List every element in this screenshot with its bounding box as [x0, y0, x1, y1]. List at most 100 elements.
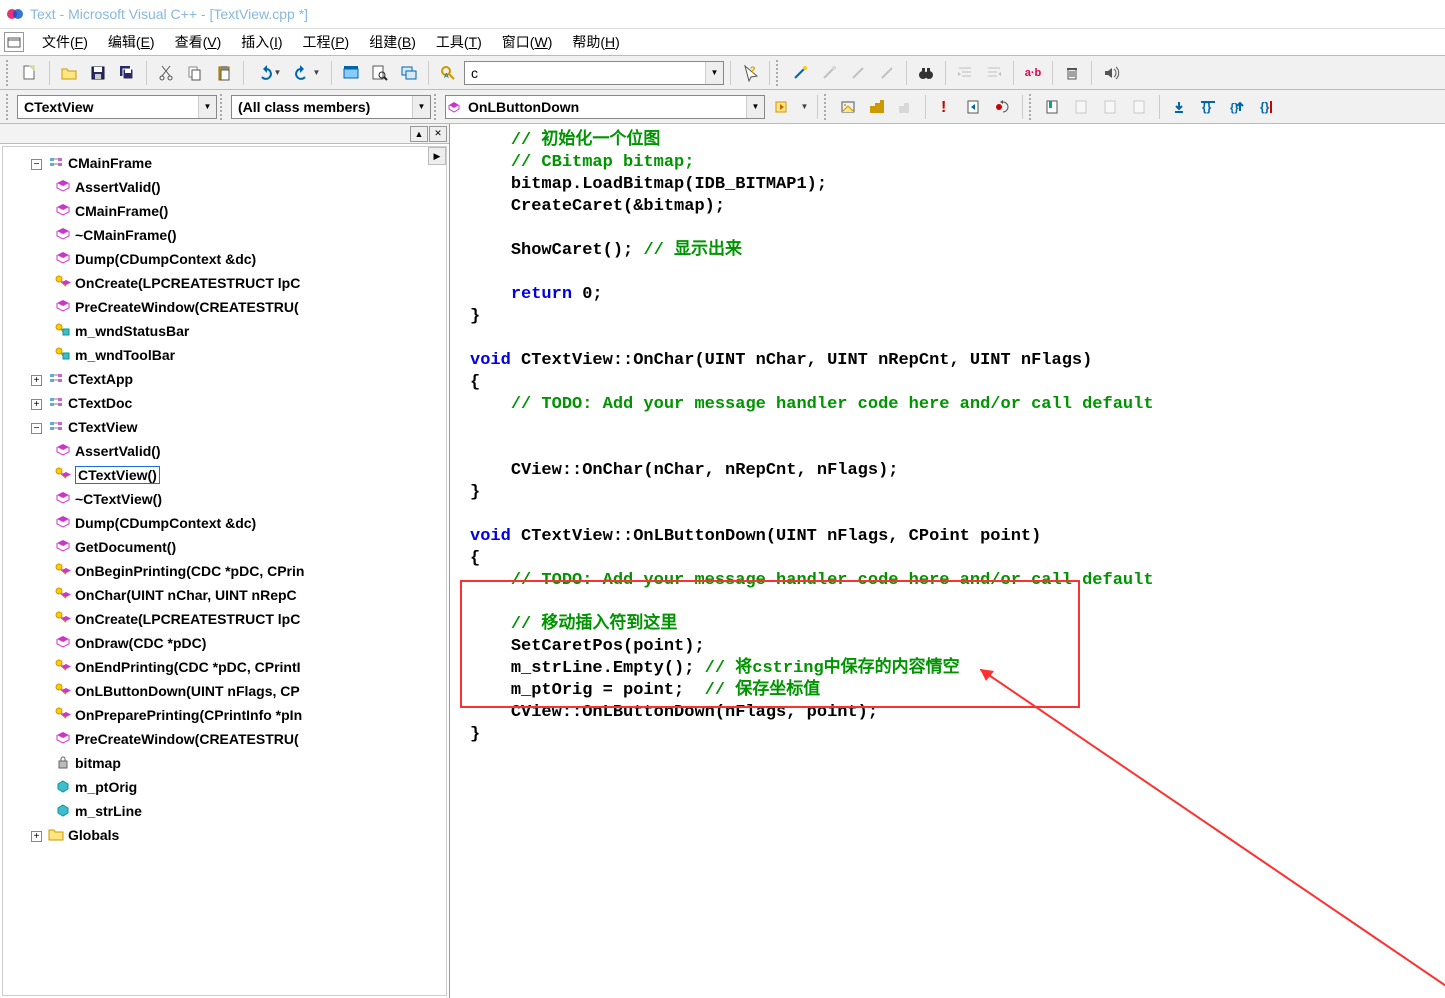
- wand-4-button[interactable]: [874, 60, 900, 86]
- tree-item[interactable]: PreCreateWindow(CREATESTRU(: [75, 731, 299, 747]
- paste-button[interactable]: [211, 60, 237, 86]
- grip-handle[interactable]: [6, 60, 11, 86]
- tree-expander[interactable]: −: [31, 423, 42, 434]
- tree-item[interactable]: OnEndPrinting(CDC *pDC, CPrintI: [75, 659, 301, 675]
- tree-item-CTextView[interactable]: CTextView: [68, 419, 138, 435]
- grip-handle[interactable]: [776, 60, 781, 86]
- grip-handle[interactable]: [6, 94, 11, 120]
- search-combo[interactable]: c ▼: [464, 61, 724, 85]
- tree-item[interactable]: ~CTextView(): [75, 491, 162, 507]
- tree-item[interactable]: PreCreateWindow(CREATESTRU(: [75, 299, 299, 315]
- grip-handle[interactable]: [824, 94, 829, 120]
- compile-button[interactable]: [835, 94, 861, 120]
- copy-button[interactable]: [182, 60, 208, 86]
- tree-item[interactable]: m_wndStatusBar: [75, 323, 189, 339]
- step-out-button[interactable]: {}: [1224, 94, 1250, 120]
- goto-drop-button[interactable]: ▼: [797, 94, 811, 120]
- grip-handle[interactable]: [1029, 94, 1034, 120]
- drop-icon[interactable]: ▼: [198, 96, 216, 118]
- run-to-cursor-button[interactable]: {}: [1253, 94, 1279, 120]
- panel-pin-button[interactable]: ▲: [410, 126, 428, 142]
- tree-item[interactable]: CTextView(): [75, 466, 160, 484]
- find-in-files-button[interactable]: [367, 60, 393, 86]
- panel-close-button[interactable]: ✕: [429, 126, 447, 142]
- member-combo[interactable]: OnLButtonDown ▼: [445, 95, 765, 119]
- delete-button[interactable]: [1059, 60, 1085, 86]
- open-button[interactable]: [56, 60, 82, 86]
- redo-button[interactable]: ▼: [289, 60, 325, 86]
- find-button[interactable]: A: [435, 60, 461, 86]
- tree-expander[interactable]: +: [31, 399, 42, 410]
- bookmark-next-button[interactable]: [1069, 94, 1095, 120]
- menu-window[interactable]: 窗口(W): [492, 29, 563, 55]
- undo-button[interactable]: ▼: [250, 60, 286, 86]
- window-list-button[interactable]: [396, 60, 422, 86]
- new-file-button[interactable]: [17, 60, 43, 86]
- replace-button[interactable]: a·b: [1020, 60, 1046, 86]
- tree-item-CTextApp[interactable]: CTextApp: [68, 371, 133, 387]
- save-button[interactable]: [85, 60, 111, 86]
- menu-file[interactable]: 文件(F): [32, 29, 98, 55]
- tree-item[interactable]: Dump(CDumpContext &dc): [75, 515, 256, 531]
- tree-item[interactable]: OnBeginPrinting(CDC *pDC, CPrin: [75, 563, 304, 579]
- tree-item-CTextDoc[interactable]: CTextDoc: [68, 395, 132, 411]
- goto-button[interactable]: [768, 94, 794, 120]
- tree-expander[interactable]: +: [31, 831, 42, 842]
- breakpoint-button[interactable]: [990, 94, 1016, 120]
- drop-icon[interactable]: ▼: [746, 96, 764, 118]
- save-all-button[interactable]: [114, 60, 140, 86]
- drop-icon[interactable]: ▼: [412, 96, 430, 118]
- tree-item[interactable]: m_ptOrig: [75, 779, 137, 795]
- tree-item[interactable]: AssertValid(): [75, 179, 161, 195]
- help-button[interactable]: ?: [737, 60, 763, 86]
- indent-button[interactable]: [952, 60, 978, 86]
- tree-expander[interactable]: −: [31, 159, 42, 170]
- wand-button[interactable]: [787, 60, 813, 86]
- outdent-button[interactable]: [981, 60, 1007, 86]
- binoculars-button[interactable]: [913, 60, 939, 86]
- bookmark-clear-button[interactable]: [1127, 94, 1153, 120]
- workspace-button[interactable]: [338, 60, 364, 86]
- menu-help[interactable]: 帮助(H): [562, 29, 629, 55]
- menu-edit[interactable]: 编辑(E): [98, 29, 165, 55]
- step-into-button[interactable]: [1166, 94, 1192, 120]
- tree-item[interactable]: GetDocument(): [75, 539, 176, 555]
- cut-button[interactable]: [153, 60, 179, 86]
- tree-item[interactable]: AssertValid(): [75, 443, 161, 459]
- scroll-right-icon[interactable]: ▶: [428, 147, 446, 165]
- tree-item[interactable]: OnLButtonDown(UINT nFlags, CP: [75, 683, 300, 699]
- wand-2-button[interactable]: [816, 60, 842, 86]
- grip-handle[interactable]: [434, 94, 439, 120]
- bookmark-button[interactable]: [1040, 94, 1066, 120]
- menu-tools[interactable]: 工具(T): [426, 29, 492, 55]
- tree-item[interactable]: OnCreate(LPCREATESTRUCT lpC: [75, 275, 300, 291]
- tree-item-Globals[interactable]: Globals: [68, 827, 119, 843]
- window-icon[interactable]: [4, 32, 24, 52]
- tree-item[interactable]: m_strLine: [75, 803, 142, 819]
- tree-item[interactable]: Dump(CDumpContext &dc): [75, 251, 256, 267]
- grip-handle[interactable]: [220, 94, 225, 120]
- go-button[interactable]: [961, 94, 987, 120]
- tree-item[interactable]: OnCreate(LPCREATESTRUCT lpC: [75, 611, 300, 627]
- filter-combo[interactable]: (All class members) ▼: [231, 95, 431, 119]
- build-button[interactable]: [864, 94, 890, 120]
- execute-button[interactable]: !: [932, 94, 958, 120]
- class-combo[interactable]: CTextView ▼: [17, 95, 217, 119]
- tree-item[interactable]: OnDraw(CDC *pDC): [75, 635, 206, 651]
- bookmark-prev-button[interactable]: [1098, 94, 1124, 120]
- tree-expander[interactable]: +: [31, 375, 42, 386]
- menu-project[interactable]: 工程(P): [293, 29, 360, 55]
- menu-build[interactable]: 组建(B): [359, 29, 426, 55]
- sound-button[interactable]: [1098, 60, 1124, 86]
- menu-view[interactable]: 查看(V): [165, 29, 232, 55]
- tree-item-CMainFrame[interactable]: CMainFrame: [68, 155, 152, 171]
- step-over-button[interactable]: {}: [1195, 94, 1221, 120]
- search-drop-icon[interactable]: ▼: [705, 62, 723, 84]
- tree-item[interactable]: ~CMainFrame(): [75, 227, 177, 243]
- class-tree[interactable]: ▶ −CMainFrameAssertValid()CMainFrame()~C…: [2, 146, 447, 996]
- code-editor[interactable]: // 初始化一个位图 // CBitmap bitmap; bitmap.Loa…: [450, 124, 1445, 998]
- menu-insert[interactable]: 插入(I): [231, 29, 292, 55]
- tree-item[interactable]: OnPreparePrinting(CPrintInfo *pIn: [75, 707, 302, 723]
- wand-3-button[interactable]: [845, 60, 871, 86]
- tree-item[interactable]: OnChar(UINT nChar, UINT nRepC: [75, 587, 297, 603]
